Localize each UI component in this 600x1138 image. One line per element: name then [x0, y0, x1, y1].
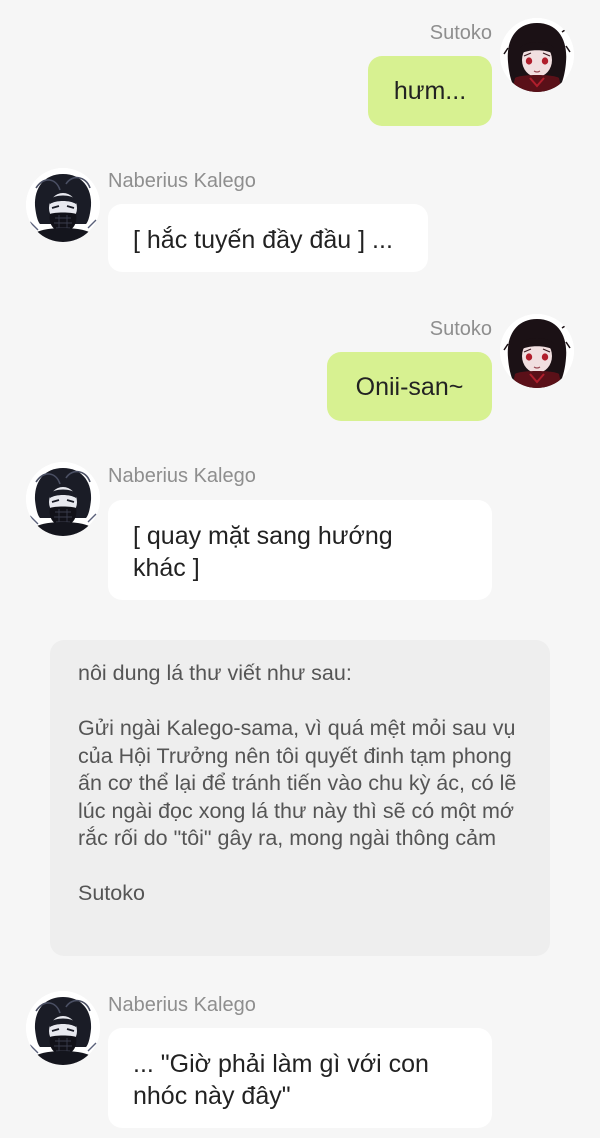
sender-name: Naberius Kalego [108, 465, 256, 487]
narration-card: nôi dung lá thư viết như sau: Gửi ngài K… [50, 640, 550, 956]
kalego-avatar[interactable] [26, 168, 100, 242]
sutoko-avatar[interactable] [500, 314, 574, 388]
sender-name: Naberius Kalego [108, 994, 256, 1016]
sender-name: Sutoko [429, 22, 492, 44]
kalego-avatar[interactable] [26, 462, 100, 536]
message-bubble[interactable]: hưm... [368, 56, 492, 126]
sender-name: Sutoko [429, 318, 492, 340]
message-bubble[interactable]: ... "Giờ phải làm gì với con nhóc này đâ… [108, 1028, 492, 1128]
letter-signature: Sutoko [78, 881, 145, 905]
kalego-avatar[interactable] [26, 991, 100, 1065]
message-bubble[interactable]: [ quay mặt sang hướng khác ] [108, 500, 492, 600]
narration-intro: nôi dung lá thư viết như sau: [78, 661, 352, 685]
letter-body: Gửi ngài Kalego-sama, vì quá mệt mỏi sau… [78, 716, 517, 850]
message-bubble[interactable]: [ hắc tuyến đầy đầu ] ... [108, 204, 428, 272]
sutoko-avatar[interactable] [500, 18, 574, 92]
sender-name: Naberius Kalego [108, 170, 256, 192]
message-bubble[interactable]: Onii-san~ [327, 352, 492, 421]
